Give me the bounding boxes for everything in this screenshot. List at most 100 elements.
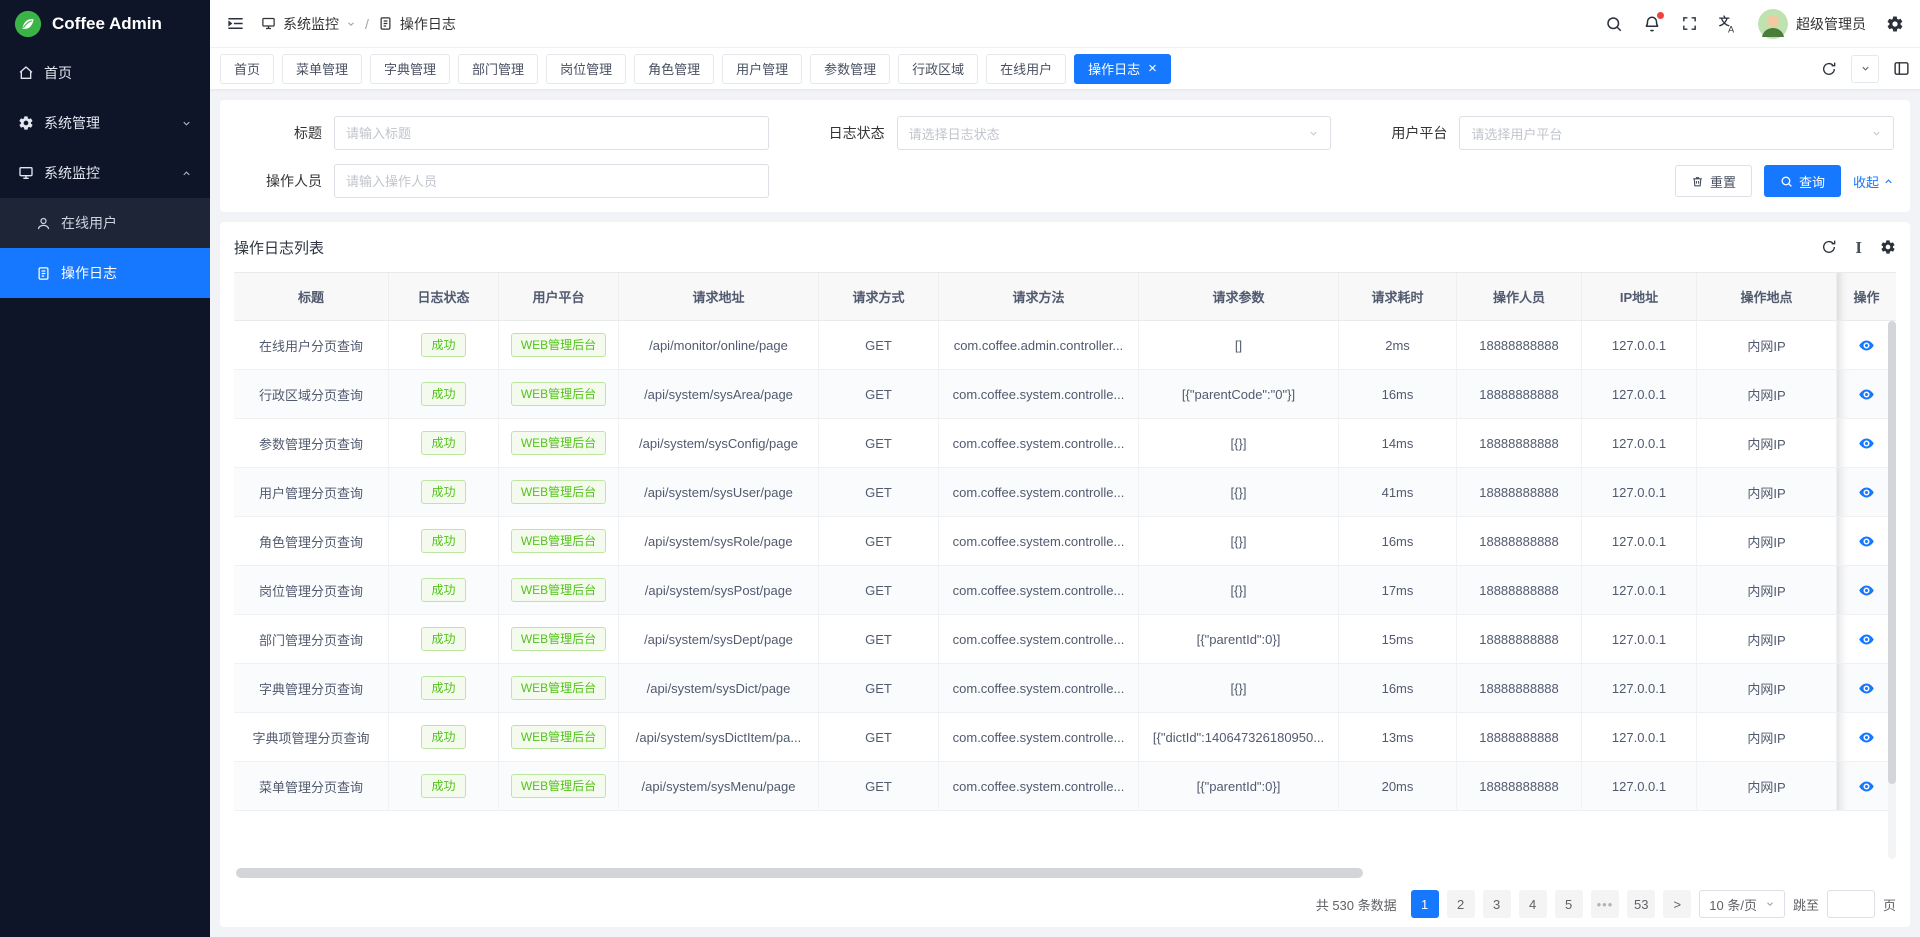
sidebar-item-home[interactable]: 首页 bbox=[0, 48, 210, 98]
notification-bell-icon[interactable] bbox=[1643, 15, 1661, 33]
breadcrumb-item[interactable]: 系统监控 bbox=[283, 14, 339, 34]
jump-page-input[interactable] bbox=[1827, 890, 1875, 918]
platform-tag: WEB管理后台 bbox=[511, 480, 606, 504]
layout-icon[interactable] bbox=[1893, 60, 1910, 77]
platform-tag: WEB管理后台 bbox=[511, 627, 606, 651]
refresh-icon[interactable] bbox=[1821, 239, 1837, 255]
cell-method: GET bbox=[819, 566, 939, 615]
table: 标题日志状态用户平台请求地址请求方式请求方法请求参数请求耗时操作人员IP地址操作… bbox=[234, 272, 1896, 863]
cell-params: [{}] bbox=[1139, 566, 1339, 615]
sidebar-item-online-users[interactable]: 在线用户 bbox=[0, 198, 210, 248]
sidebar-item-system-management[interactable]: 系统管理 bbox=[0, 98, 210, 148]
tab-item[interactable]: 在线用户 bbox=[986, 54, 1066, 84]
app-logo: Coffee Admin bbox=[0, 0, 210, 48]
tab-item[interactable]: 操作日志× bbox=[1074, 54, 1171, 84]
pagination-page-button[interactable]: 2 bbox=[1447, 890, 1475, 918]
cell-function: com.coffee.system.controlle... bbox=[939, 468, 1139, 517]
view-detail-button[interactable] bbox=[1858, 631, 1875, 648]
page-size-select[interactable]: 10 条/页 bbox=[1699, 890, 1785, 918]
cell-url: /api/system/sysUser/page bbox=[619, 468, 819, 517]
cell-params: [{"parentCode":"0"}] bbox=[1139, 370, 1339, 419]
cell-title: 字典项管理分页查询 bbox=[234, 713, 389, 762]
cell-function: com.coffee.system.controlle... bbox=[939, 713, 1139, 762]
tab-item[interactable]: 菜单管理 bbox=[282, 54, 362, 84]
vertical-scrollbar[interactable] bbox=[1888, 321, 1896, 859]
reset-button[interactable]: 重置 bbox=[1675, 165, 1752, 197]
view-detail-button[interactable] bbox=[1858, 729, 1875, 746]
cell-platform: WEB管理后台 bbox=[499, 762, 619, 811]
pagination-page-button[interactable]: 1 bbox=[1411, 890, 1439, 918]
pagination-next-button[interactable]: > bbox=[1663, 890, 1691, 918]
refresh-icon[interactable] bbox=[1821, 61, 1837, 77]
cell-ip: 127.0.0.1 bbox=[1582, 321, 1697, 370]
table-row: 用户管理分页查询成功WEB管理后台/api/system/sysUser/pag… bbox=[234, 468, 1896, 517]
search-icon[interactable] bbox=[1605, 15, 1623, 33]
title-label: 标题 bbox=[236, 123, 322, 143]
tab-item[interactable]: 用户管理 bbox=[722, 54, 802, 84]
cell-title: 岗位管理分页查询 bbox=[234, 566, 389, 615]
tab-controls bbox=[1821, 55, 1910, 83]
sidebar-submenu: 在线用户 操作日志 bbox=[0, 198, 210, 298]
cell-duration: 13ms bbox=[1339, 713, 1457, 762]
search-button[interactable]: 查询 bbox=[1764, 165, 1841, 197]
sidebar-item-system-monitor[interactable]: 系统监控 bbox=[0, 148, 210, 198]
tab-close-icon[interactable]: × bbox=[1148, 61, 1157, 76]
pagination-page-button[interactable]: 53 bbox=[1627, 890, 1655, 918]
pagination-page-button[interactable]: 5 bbox=[1555, 890, 1583, 918]
settings-gear-icon[interactable] bbox=[1886, 15, 1904, 33]
pagination-page-button[interactable]: 4 bbox=[1519, 890, 1547, 918]
tab-item[interactable]: 首页 bbox=[220, 54, 274, 84]
cell-function: com.coffee.system.controlle... bbox=[939, 419, 1139, 468]
cell-method: GET bbox=[819, 468, 939, 517]
table-row: 字典项管理分页查询成功WEB管理后台/api/system/sysDictIte… bbox=[234, 713, 1896, 762]
topbar: 系统监控 / 操作日志 文A 超级管理员 bbox=[210, 0, 1920, 48]
view-detail-button[interactable] bbox=[1858, 680, 1875, 697]
translate-icon[interactable]: 文A bbox=[1718, 14, 1738, 34]
tab-item[interactable]: 角色管理 bbox=[634, 54, 714, 84]
fullscreen-icon[interactable] bbox=[1681, 15, 1698, 32]
chevron-up-icon bbox=[1883, 176, 1894, 187]
tab-options-button[interactable] bbox=[1851, 55, 1879, 83]
user-menu[interactable]: 超级管理员 bbox=[1758, 9, 1866, 39]
operator-input[interactable] bbox=[334, 164, 769, 198]
cell-duration: 16ms bbox=[1339, 370, 1457, 419]
tab-item[interactable]: 参数管理 bbox=[810, 54, 890, 84]
view-detail-button[interactable] bbox=[1858, 337, 1875, 354]
tab-item[interactable]: 岗位管理 bbox=[546, 54, 626, 84]
view-detail-button[interactable] bbox=[1858, 386, 1875, 403]
cell-title: 字典管理分页查询 bbox=[234, 664, 389, 713]
sidebar-item-operation-log[interactable]: 操作日志 bbox=[0, 248, 210, 298]
cell-platform: WEB管理后台 bbox=[499, 321, 619, 370]
tab-item[interactable]: 部门管理 bbox=[458, 54, 538, 84]
view-detail-button[interactable] bbox=[1858, 533, 1875, 550]
operator-label: 操作人员 bbox=[236, 171, 322, 191]
log-status-select[interactable]: 请选择日志状态 bbox=[897, 116, 1332, 150]
view-detail-button[interactable] bbox=[1858, 484, 1875, 501]
cell-operator: 18888888888 bbox=[1457, 321, 1582, 370]
logo-icon bbox=[14, 10, 42, 38]
gear-icon bbox=[18, 115, 34, 131]
cell-title: 在线用户分页查询 bbox=[234, 321, 389, 370]
horizontal-scrollbar[interactable] bbox=[236, 868, 1894, 878]
cell-ip: 127.0.0.1 bbox=[1582, 762, 1697, 811]
pagination: 共 530 条数据 12345•••53 > 10 条/页 跳至 页 bbox=[234, 881, 1896, 927]
view-detail-button[interactable] bbox=[1858, 435, 1875, 452]
breadcrumb: 系统监控 / 操作日志 bbox=[261, 14, 456, 34]
tab-item[interactable]: 行政区域 bbox=[898, 54, 978, 84]
menu-fold-icon[interactable] bbox=[226, 14, 245, 33]
cell-status: 成功 bbox=[389, 713, 499, 762]
cell-method: GET bbox=[819, 419, 939, 468]
view-detail-button[interactable] bbox=[1858, 582, 1875, 599]
user-platform-select[interactable]: 请选择用户平台 bbox=[1459, 116, 1894, 150]
table-body: 在线用户分页查询成功WEB管理后台/api/monitor/online/pag… bbox=[234, 321, 1896, 811]
title-input[interactable] bbox=[334, 116, 769, 150]
breadcrumb-item: 操作日志 bbox=[400, 14, 456, 34]
topbar-actions: 文A 超级管理员 bbox=[1605, 9, 1904, 39]
tab-item[interactable]: 字典管理 bbox=[370, 54, 450, 84]
table-density-icon[interactable]: I bbox=[1855, 239, 1862, 256]
cell-operator: 18888888888 bbox=[1457, 566, 1582, 615]
column-settings-gear-icon[interactable] bbox=[1880, 239, 1896, 255]
pagination-page-button[interactable]: 3 bbox=[1483, 890, 1511, 918]
collapse-filter-link[interactable]: 收起 bbox=[1853, 172, 1894, 191]
view-detail-button[interactable] bbox=[1858, 778, 1875, 795]
